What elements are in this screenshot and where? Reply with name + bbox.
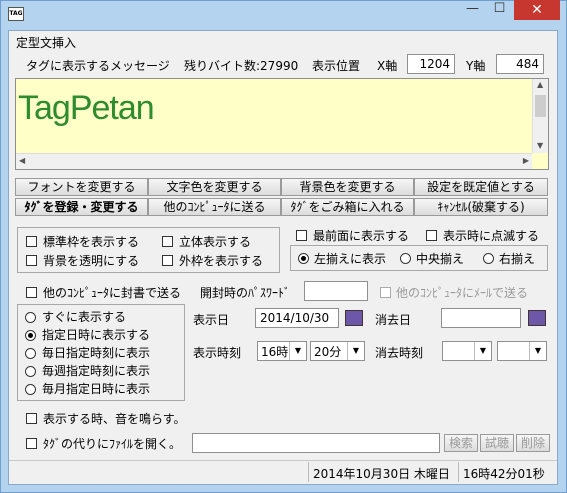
close-button[interactable]: ✕ [514,0,560,20]
change-text-color-button[interactable]: 文字色を変更する [148,178,281,196]
show-time-label: 表示時刻 [193,346,242,360]
menu-insert-template[interactable]: 定型文挿入 [16,34,76,51]
blink-label: 表示時に点滅する [443,229,540,243]
position-label: 表示位置 [312,59,361,73]
show-border-label: 標準枠を表示する [43,235,140,249]
open-file-checkbox[interactable] [26,438,37,449]
show-hour-select[interactable]: 16時 ▼ [257,341,307,361]
x-axis-label: X軸 [377,59,398,73]
message-editor[interactable]: TagPetan ▲ ▼ ◀ ▶ [15,78,549,170]
stereo-label: 立体表示する [179,235,252,249]
erase-hour-select[interactable]: ▼ [442,341,492,361]
schedule-daily-label: 毎日指定時刻に表示 [42,346,151,360]
scroll-down-icon[interactable]: ▼ [537,141,543,150]
password-input[interactable] [304,281,368,301]
file-path-input[interactable] [192,433,440,453]
status-date: 2014年10月30日 木曜日 [313,467,450,481]
scroll-right-icon[interactable]: ▶ [523,156,529,165]
schedule-now-radio[interactable] [25,312,36,323]
schedule-weekly-radio[interactable] [25,366,36,377]
mail-send-checkbox[interactable] [380,287,391,298]
send-other-pc-button[interactable]: 他のｺﾝﾋﾟｭｰﾀに送る [148,198,281,216]
schedule-daily-radio[interactable] [25,348,36,359]
show-date-input[interactable]: 2014/10/30 [255,308,339,328]
minimize-button[interactable]: — [459,0,486,20]
scroll-up-icon[interactable]: ▲ [537,80,543,89]
calendar-icon[interactable] [528,310,546,326]
sound-label: 表示する時、音を鳴らす。 [43,412,186,426]
outline-label: 外枠を表示する [179,254,264,268]
change-font-button[interactable]: フォントを変更する [15,178,148,196]
app-icon[interactable]: TAG [8,7,24,21]
vertical-scrollbar[interactable]: ▲ ▼ [532,79,548,153]
message-label: タグに表示するメッセージ [26,59,170,73]
align-left-radio[interactable] [298,253,309,264]
open-file-label: ﾀｸﾞの代りにﾌｧｲﾙを開く。 [43,437,182,451]
delete-button[interactable]: 削除 [516,434,550,452]
topmost-label: 最前面に表示する [313,229,410,243]
schedule-specified-label: 指定日時に表示する [42,328,151,342]
sealed-send-label: 他のｺﾝﾋﾟｭｰﾀに封書で送る [43,286,182,300]
transparent-bg-checkbox[interactable] [26,255,37,266]
erase-date-label: 消去日 [375,313,412,327]
sound-checkbox[interactable] [26,413,37,424]
topmost-checkbox[interactable] [296,230,307,241]
erase-time-label: 消去時刻 [375,346,424,360]
chevron-down-icon[interactable]: ▼ [474,342,491,360]
set-default-button[interactable]: 設定を既定値とする [414,178,548,196]
blink-checkbox[interactable] [426,230,437,241]
scroll-thumb[interactable] [535,95,546,117]
show-hour-value: 16時 [261,345,289,359]
align-left-label: 左揃えに表示 [314,252,387,266]
chevron-down-icon[interactable]: ▼ [289,342,306,360]
schedule-monthly-label: 毎月指定日時に表示 [42,382,151,396]
preview-button[interactable]: 試聴 [480,434,514,452]
schedule-monthly-radio[interactable] [25,384,36,395]
chevron-down-icon[interactable]: ▼ [529,342,546,360]
align-center-label: 中央揃え [416,252,465,266]
status-divider [458,462,459,482]
change-bg-color-button[interactable]: 背景色を変更する [281,178,414,196]
transparent-bg-label: 背景を透明にする [43,254,140,268]
password-label: 開封時のﾊﾟｽﾜｰﾄﾞ [200,286,291,300]
cancel-button[interactable]: ｷｬﾝｾﾙ(破棄する) [414,198,548,216]
horizontal-scrollbar[interactable]: ◀ ▶ [16,153,532,169]
search-button[interactable]: 検索 [444,434,478,452]
chevron-down-icon[interactable]: ▼ [347,342,364,360]
sealed-send-checkbox[interactable] [26,287,37,298]
message-text[interactable]: TagPetan [18,89,155,128]
trash-tag-button[interactable]: ﾀｸﾞをごみ箱に入れる [281,198,414,216]
show-date-label: 表示日 [193,313,230,327]
x-axis-input[interactable]: 1204 [407,54,455,74]
stereo-checkbox[interactable] [162,236,173,247]
show-border-checkbox[interactable] [26,236,37,247]
align-center-radio[interactable] [400,253,411,264]
register-tag-button[interactable]: ﾀｸﾞを登録・変更する [15,198,148,216]
show-minute-select[interactable]: 20分 ▼ [310,341,365,361]
maximize-button[interactable]: ☐ [486,0,513,20]
scroll-left-icon[interactable]: ◀ [19,156,25,165]
remaining-bytes: 残りバイト数:27990 [184,59,299,73]
mail-send-label: 他のｺﾝﾋﾟｭｰﾀにﾒｰﾙで送る [396,286,529,300]
schedule-weekly-label: 毎週指定時刻に表示 [42,364,151,378]
erase-minute-select[interactable]: ▼ [497,341,547,361]
erase-date-input[interactable] [441,308,521,328]
y-axis-label: Y軸 [466,59,486,73]
outline-checkbox[interactable] [162,255,173,266]
status-time: 16時42分01秒 [463,467,545,481]
y-axis-input[interactable]: 484 [496,54,544,74]
schedule-now-label: すぐに表示する [42,310,127,324]
align-right-radio[interactable] [483,253,494,264]
calendar-icon[interactable] [345,310,363,326]
schedule-specified-radio[interactable] [25,330,36,341]
show-minute-value: 20分 [314,345,342,359]
align-right-label: 右揃え [499,252,536,266]
